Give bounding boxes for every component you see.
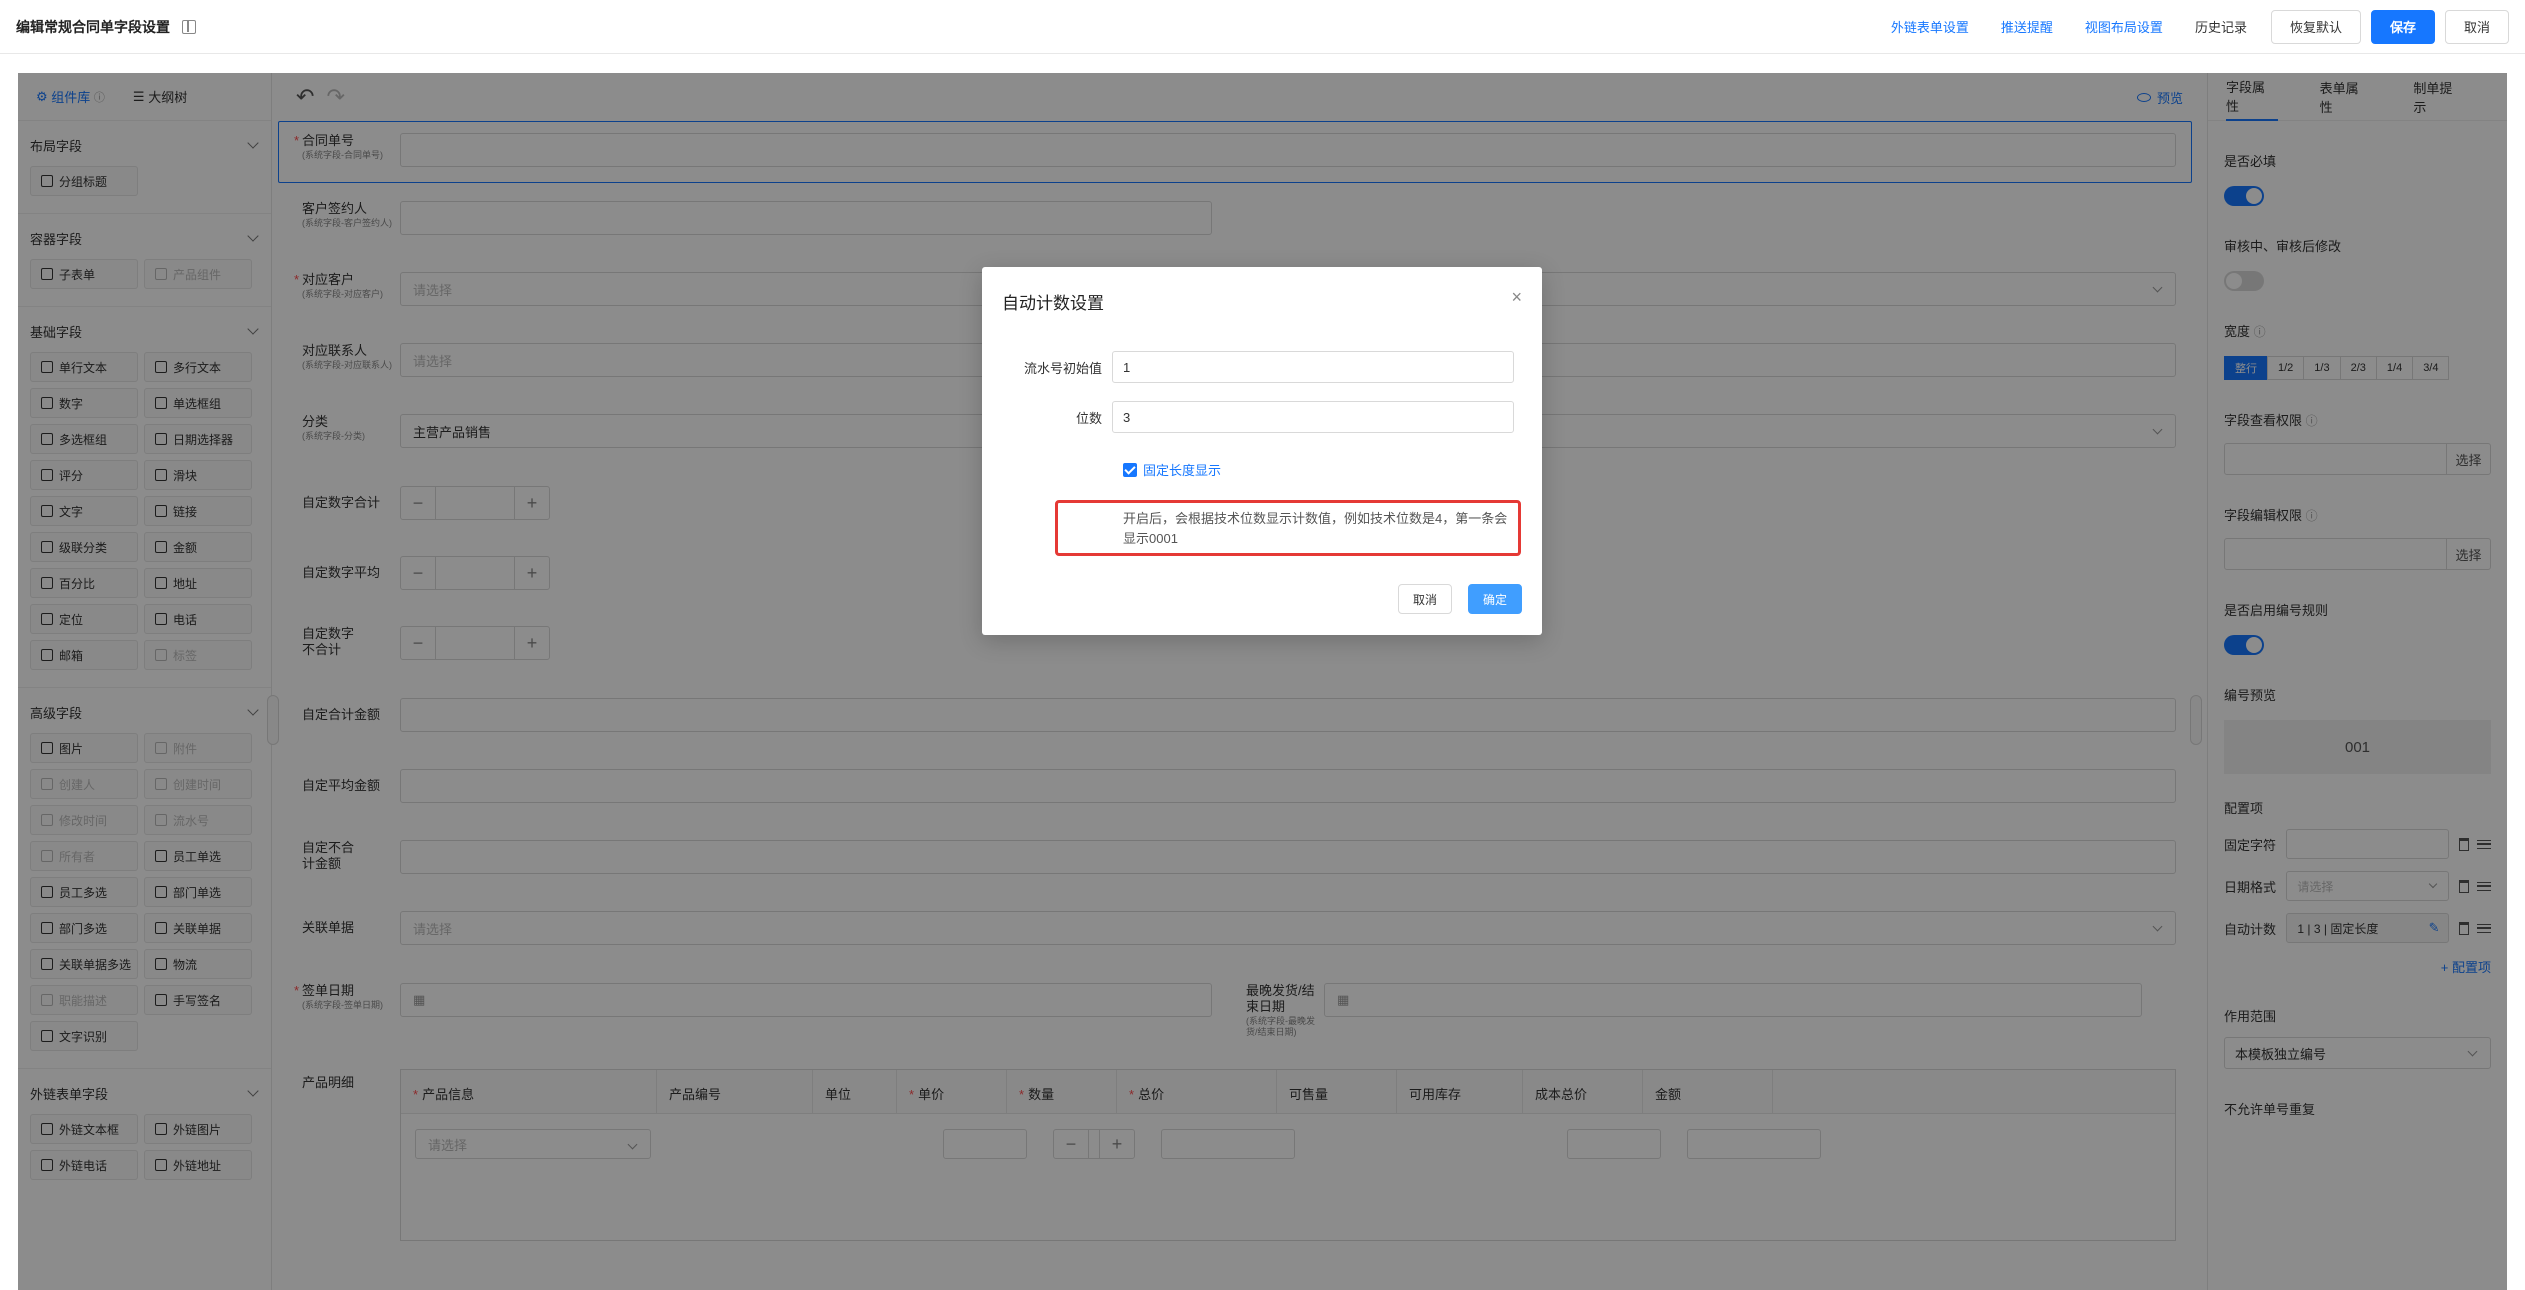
restore-default-button[interactable]: 恢复默认 (2270, 9, 2361, 44)
digits-input[interactable]: 3 (1112, 401, 1514, 433)
layout-toggle-icon[interactable] (182, 19, 196, 34)
dialog-ok-button[interactable]: 确定 (1467, 584, 1522, 614)
collapse-right-handle[interactable] (2190, 695, 2202, 745)
start-value-row: 流水号初始值 1 (982, 351, 1542, 383)
checkbox-label: 固定长度显示 (1143, 463, 1222, 478)
checkbox-checked-icon (1123, 462, 1137, 477)
dialog-title: 自动计数设置 (1002, 294, 1104, 313)
dialog-footer: 取消 确定 (1382, 584, 1522, 614)
page-title: 编辑常规合同单字段设置 (16, 18, 170, 35)
digits-row: 位数 3 (982, 401, 1542, 433)
view-layout-settings-link[interactable]: 视图布局设置 (2085, 17, 2163, 36)
start-value-input[interactable]: 1 (1112, 351, 1514, 383)
dialog-cancel-button[interactable]: 取消 (1397, 584, 1452, 614)
modal-overlay[interactable] (18, 73, 2507, 1290)
fixed-length-note: 开启后，会根据技术位数显示计数值，例如技术位数是4，第一条会显示0001 (1055, 500, 1521, 556)
auto-count-dialog: 自动计数设置 × 流水号初始值 1 位数 3 固定长度显示 开启后，会根据技术位… (982, 267, 1542, 635)
save-button[interactable]: 保存 (2370, 9, 2435, 44)
external-form-settings-link[interactable]: 外链表单设置 (1891, 17, 1969, 36)
header-actions: 外链表单设置 推送提醒 视图布局设置 历史记录 恢复默认 保存 取消 (1859, 9, 2509, 44)
cancel-button[interactable]: 取消 (2444, 9, 2509, 44)
close-icon[interactable]: × (1511, 287, 1522, 308)
push-reminder-link[interactable]: 推送提醒 (2001, 17, 2053, 36)
fixed-length-checkbox[interactable]: 固定长度显示 (1123, 460, 1221, 479)
collapse-left-handle[interactable] (267, 695, 279, 745)
start-value-label: 流水号初始值 (1023, 360, 1102, 376)
digits-label: 位数 (1075, 410, 1102, 426)
top-bar: 编辑常规合同单字段设置 外链表单设置 推送提醒 视图布局设置 历史记录 恢复默认… (0, 0, 2525, 54)
history-link[interactable]: 历史记录 (2195, 17, 2247, 36)
